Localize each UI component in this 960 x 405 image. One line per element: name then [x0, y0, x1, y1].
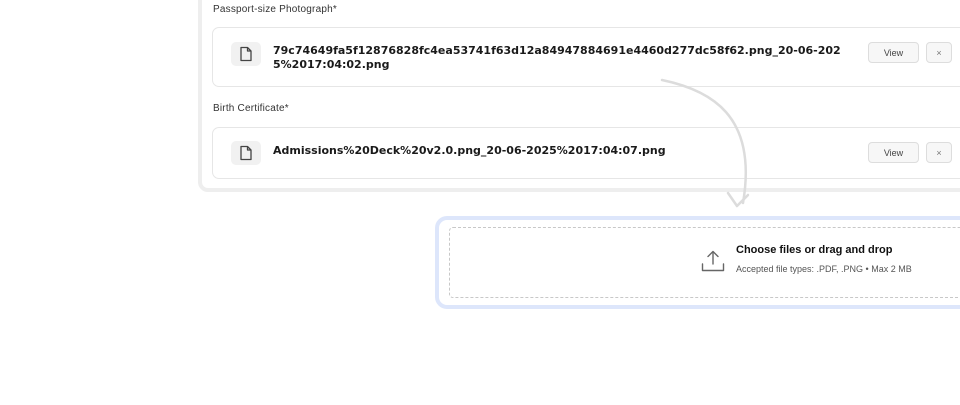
passport-view-button[interactable]: View — [868, 42, 919, 63]
birth-certificate-view-button[interactable]: View — [868, 142, 919, 163]
birth-certificate-label: Birth Certificate* — [213, 103, 289, 114]
document-icon — [231, 42, 261, 66]
dropzone-subtitle: Accepted file types: .PDF, .PNG • Max 2 … — [736, 264, 912, 274]
passport-file-name: 79c74649fa5f12876828fc4ea53741f63d12a849… — [273, 44, 841, 71]
curved-arrow-icon — [660, 78, 750, 208]
passport-photo-label: Passport-size Photograph* — [213, 4, 337, 15]
dropzone-title[interactable]: Choose files or drag and drop — [736, 244, 892, 256]
passport-file-card: 79c74649fa5f12876828fc4ea53741f63d12a849… — [212, 27, 960, 87]
birth-certificate-remove-button[interactable]: × — [926, 142, 952, 163]
upload-icon — [701, 250, 725, 272]
birth-certificate-file-card: Admissions%20Deck%20v2.0.png_20-06-2025%… — [212, 127, 960, 179]
passport-remove-button[interactable]: × — [926, 42, 952, 63]
document-icon — [231, 141, 261, 165]
birth-certificate-file-name: Admissions%20Deck%20v2.0.png_20-06-2025%… — [273, 144, 666, 157]
